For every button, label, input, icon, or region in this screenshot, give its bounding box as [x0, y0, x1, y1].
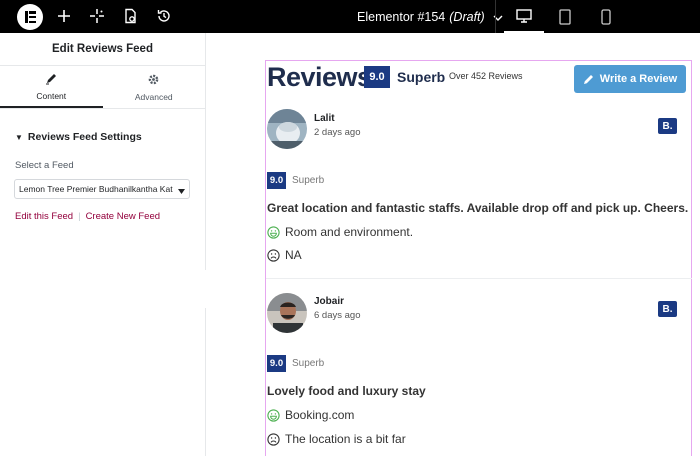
document-name: Elementor #154	[357, 9, 446, 24]
tab-content-label: Content	[36, 90, 67, 101]
pencil-icon	[583, 74, 594, 85]
booking-source-badge: B.	[658, 118, 677, 134]
elementor-logo[interactable]	[17, 4, 43, 30]
review-score-label: Superb	[292, 358, 325, 369]
desktop-icon[interactable]	[504, 0, 544, 33]
pencil-icon	[45, 72, 57, 86]
avatar	[267, 293, 307, 333]
reviewer-name: Lalit	[314, 113, 335, 124]
review-positive: Booking.com	[267, 408, 354, 422]
section-title: Reviews Feed Settings	[27, 131, 142, 143]
review-divider	[266, 278, 692, 279]
panel-tabs: Content Advanced	[0, 66, 205, 109]
select-feed-label: Select a Feed	[15, 160, 74, 171]
editor-panel: Edit Reviews Feed Content Advanced ▼ Rev…	[0, 33, 206, 456]
editor-top-bar: Elementor #154 (Draft)	[0, 0, 700, 33]
overall-rating-word: Superb	[397, 69, 446, 85]
review-score-badge: 9.0	[267, 355, 286, 372]
review-count: Over 452 Reviews	[449, 71, 523, 81]
review-positive-text: Room and environment.	[285, 225, 414, 239]
create-feed-link[interactable]: Create New Feed	[86, 211, 160, 222]
gear-icon	[147, 73, 160, 87]
review-negative-text: The location is a bit far	[285, 432, 406, 446]
review-date: 2 days ago	[314, 127, 361, 138]
link-separator: |	[78, 211, 81, 222]
edit-feed-link[interactable]: Edit this Feed	[15, 211, 73, 222]
panel-title: Edit Reviews Feed	[0, 33, 205, 66]
reviews-feed-widget[interactable]: Reviews 9.0 Superb Over 452 Reviews Writ…	[265, 60, 692, 456]
select-arrow-icon	[178, 186, 185, 196]
overall-score-badge: 9.0	[364, 66, 390, 88]
reviewer-name: Jobair	[314, 296, 345, 307]
tab-advanced-label: Advanced	[134, 91, 173, 102]
smiley-face-icon	[267, 408, 280, 422]
preview-canvas: Reviews 9.0 Superb Over 452 Reviews Writ…	[206, 33, 700, 456]
reviews-feed-settings-section[interactable]: ▼ Reviews Feed Settings	[15, 131, 205, 143]
mobile-icon[interactable]	[586, 0, 626, 33]
review-score-label: Superb	[292, 175, 325, 186]
top-bar-divider	[495, 0, 496, 33]
history-icon[interactable]	[154, 6, 174, 26]
review-positive: Room and environment.	[267, 225, 413, 239]
review-negative: The location is a bit far	[267, 432, 406, 446]
feed-links: Edit this Feed | Create New Feed	[15, 211, 205, 222]
document-status: (Draft)	[449, 9, 485, 24]
review-date: 6 days ago	[314, 310, 361, 321]
review-negative-text: NA	[285, 248, 302, 262]
review-title: Lovely food and luxury stay	[267, 384, 426, 398]
plus-icon[interactable]	[54, 6, 74, 26]
avatar	[267, 109, 307, 149]
page-settings-icon[interactable]	[120, 6, 140, 26]
review-title: Great location and fantastic staffs. Ava…	[267, 201, 689, 215]
smiley-face-icon	[267, 225, 280, 239]
review-positive-text: Booking.com	[285, 408, 355, 422]
document-title[interactable]: Elementor #154 (Draft)	[357, 0, 503, 33]
feed-select-value: Lemon Tree Premier Budhanilkantha Kat	[19, 184, 173, 194]
write-review-button[interactable]: Write a Review	[574, 65, 686, 93]
tab-content[interactable]: Content	[0, 66, 103, 108]
sparkle-icon[interactable]	[87, 6, 107, 26]
frown-face-icon	[267, 432, 280, 446]
feed-select[interactable]: Lemon Tree Premier Budhanilkantha Kat	[14, 179, 190, 199]
booking-source-badge: B.	[658, 301, 677, 317]
frown-face-icon	[267, 248, 280, 262]
write-review-label: Write a Review	[599, 73, 678, 85]
reviews-heading: Reviews	[267, 62, 372, 92]
tablet-icon[interactable]	[545, 0, 585, 33]
caret-down-icon: ▼	[15, 132, 23, 142]
review-score-badge: 9.0	[267, 172, 286, 189]
tab-advanced[interactable]: Advanced	[103, 66, 206, 108]
review-negative: NA	[267, 248, 302, 262]
